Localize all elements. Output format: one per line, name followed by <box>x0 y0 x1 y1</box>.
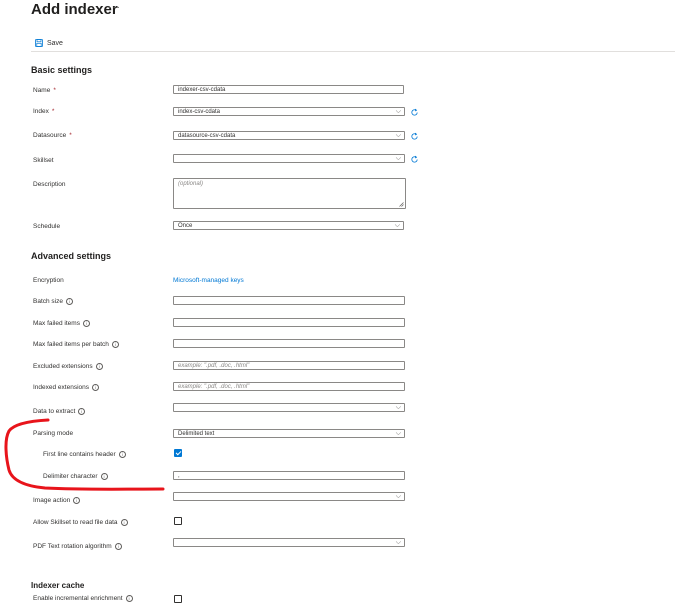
advanced-settings-heading: Advanced settings <box>31 251 112 261</box>
data-to-extract-label: Data to extract i <box>33 408 86 415</box>
indexer-cache-heading: Indexer cache <box>31 581 85 590</box>
info-icon[interactable]: i <box>114 543 122 550</box>
incremental-enrichment-checkbox[interactable] <box>174 595 182 603</box>
info-icon[interactable]: i <box>92 384 100 391</box>
save-icon <box>35 39 43 47</box>
save-label: Save <box>47 39 63 47</box>
info-icon[interactable]: i <box>73 497 81 504</box>
index-label: Index * <box>33 108 55 115</box>
description-label: Description <box>33 181 66 188</box>
refresh-index-icon[interactable] <box>410 108 419 117</box>
delimiter-character-input[interactable]: , <box>173 471 405 480</box>
refresh-datasource-icon[interactable] <box>410 132 419 141</box>
parsing-mode-dropdown[interactable]: Delimited text ⌵ <box>173 429 405 438</box>
more-options-icon[interactable]: ··· <box>108 2 121 13</box>
info-icon[interactable]: i <box>100 473 108 480</box>
incremental-enrichment-label: Enable incremental enrichment i <box>33 595 133 602</box>
batch-size-label: Batch size i <box>33 298 73 305</box>
chevron-down-icon: ⌵ <box>395 108 401 115</box>
skillset-dropdown[interactable]: ⌵ <box>173 154 405 163</box>
pdf-rotation-label: PDF Text rotation algorithm i <box>33 543 122 550</box>
refresh-skillset-icon[interactable] <box>410 155 419 164</box>
info-icon[interactable]: i <box>78 408 86 415</box>
required-marker: * <box>51 108 55 115</box>
info-icon[interactable]: i <box>118 451 126 458</box>
name-label: Name * <box>33 87 56 94</box>
parsing-mode-label: Parsing mode <box>33 430 74 437</box>
delimiter-character-label: Delimiter character i <box>43 473 108 480</box>
pdf-rotation-dropdown[interactable]: ⌵ <box>173 538 405 547</box>
chevron-down-icon: ⌵ <box>395 493 401 500</box>
name-input[interactable]: indexer-csv-cdata <box>173 85 404 94</box>
schedule-dropdown[interactable]: Once ⌵ <box>173 221 404 230</box>
index-dropdown[interactable]: index-csv-cdata ⌵ <box>173 107 405 116</box>
datasource-label: Datasource * <box>33 132 72 139</box>
allow-skillset-checkbox[interactable] <box>174 517 182 525</box>
info-icon[interactable]: i <box>125 595 133 602</box>
first-line-header-checkbox[interactable] <box>174 449 182 457</box>
max-failed-per-batch-input[interactable] <box>173 339 405 348</box>
page-title: Add indexer <box>31 1 118 18</box>
excluded-extensions-label: Excluded extensions i <box>33 363 103 370</box>
excluded-extensions-input[interactable]: example: ".pdf, .doc, .html" <box>173 361 405 370</box>
max-failed-items-input[interactable] <box>173 318 405 327</box>
image-action-dropdown[interactable]: ⌵ <box>173 492 405 501</box>
max-failed-items-label: Max failed items i <box>33 320 90 327</box>
resize-handle-icon[interactable] <box>399 202 404 207</box>
required-marker: * <box>69 132 72 139</box>
description-textarea[interactable]: (optional) <box>173 178 406 209</box>
chevron-down-icon: ⌵ <box>395 132 401 139</box>
info-icon[interactable]: i <box>111 341 119 348</box>
first-line-header-label: First line contains header i <box>43 451 126 458</box>
chevron-down-icon: ⌵ <box>395 430 401 437</box>
chevron-down-icon: ⌵ <box>395 404 401 411</box>
encryption-label: Encryption <box>33 277 64 284</box>
basic-settings-heading: Basic settings <box>31 65 93 75</box>
chevron-down-icon: ⌵ <box>395 155 401 162</box>
command-bar-divider <box>31 51 675 52</box>
allow-skillset-label: Allow Skillset to read file data i <box>33 519 128 526</box>
info-icon[interactable]: i <box>66 298 73 305</box>
info-icon[interactable]: i <box>82 320 90 327</box>
skillset-label: Skillset <box>33 157 54 164</box>
save-button[interactable]: Save <box>35 37 63 49</box>
info-icon[interactable]: i <box>95 363 103 370</box>
batch-size-input[interactable] <box>173 296 405 305</box>
image-action-label: Image action i <box>33 497 81 504</box>
chevron-down-icon: ⌵ <box>394 222 400 229</box>
datasource-dropdown[interactable]: datasource-csv-cdata ⌵ <box>173 131 405 140</box>
schedule-label: Schedule <box>33 223 61 230</box>
max-failed-per-batch-label: Max failed items per batch i <box>33 341 119 348</box>
indexed-extensions-label: Indexed extensions i <box>33 384 100 391</box>
indexed-extensions-input[interactable]: example: ".pdf, .doc, .html" <box>173 382 405 391</box>
info-icon[interactable]: i <box>120 519 128 526</box>
encryption-keys-link[interactable]: Microsoft-managed keys <box>173 277 244 284</box>
required-marker: * <box>53 87 56 94</box>
data-to-extract-dropdown[interactable]: ⌵ <box>173 403 405 412</box>
chevron-down-icon: ⌵ <box>395 539 401 546</box>
